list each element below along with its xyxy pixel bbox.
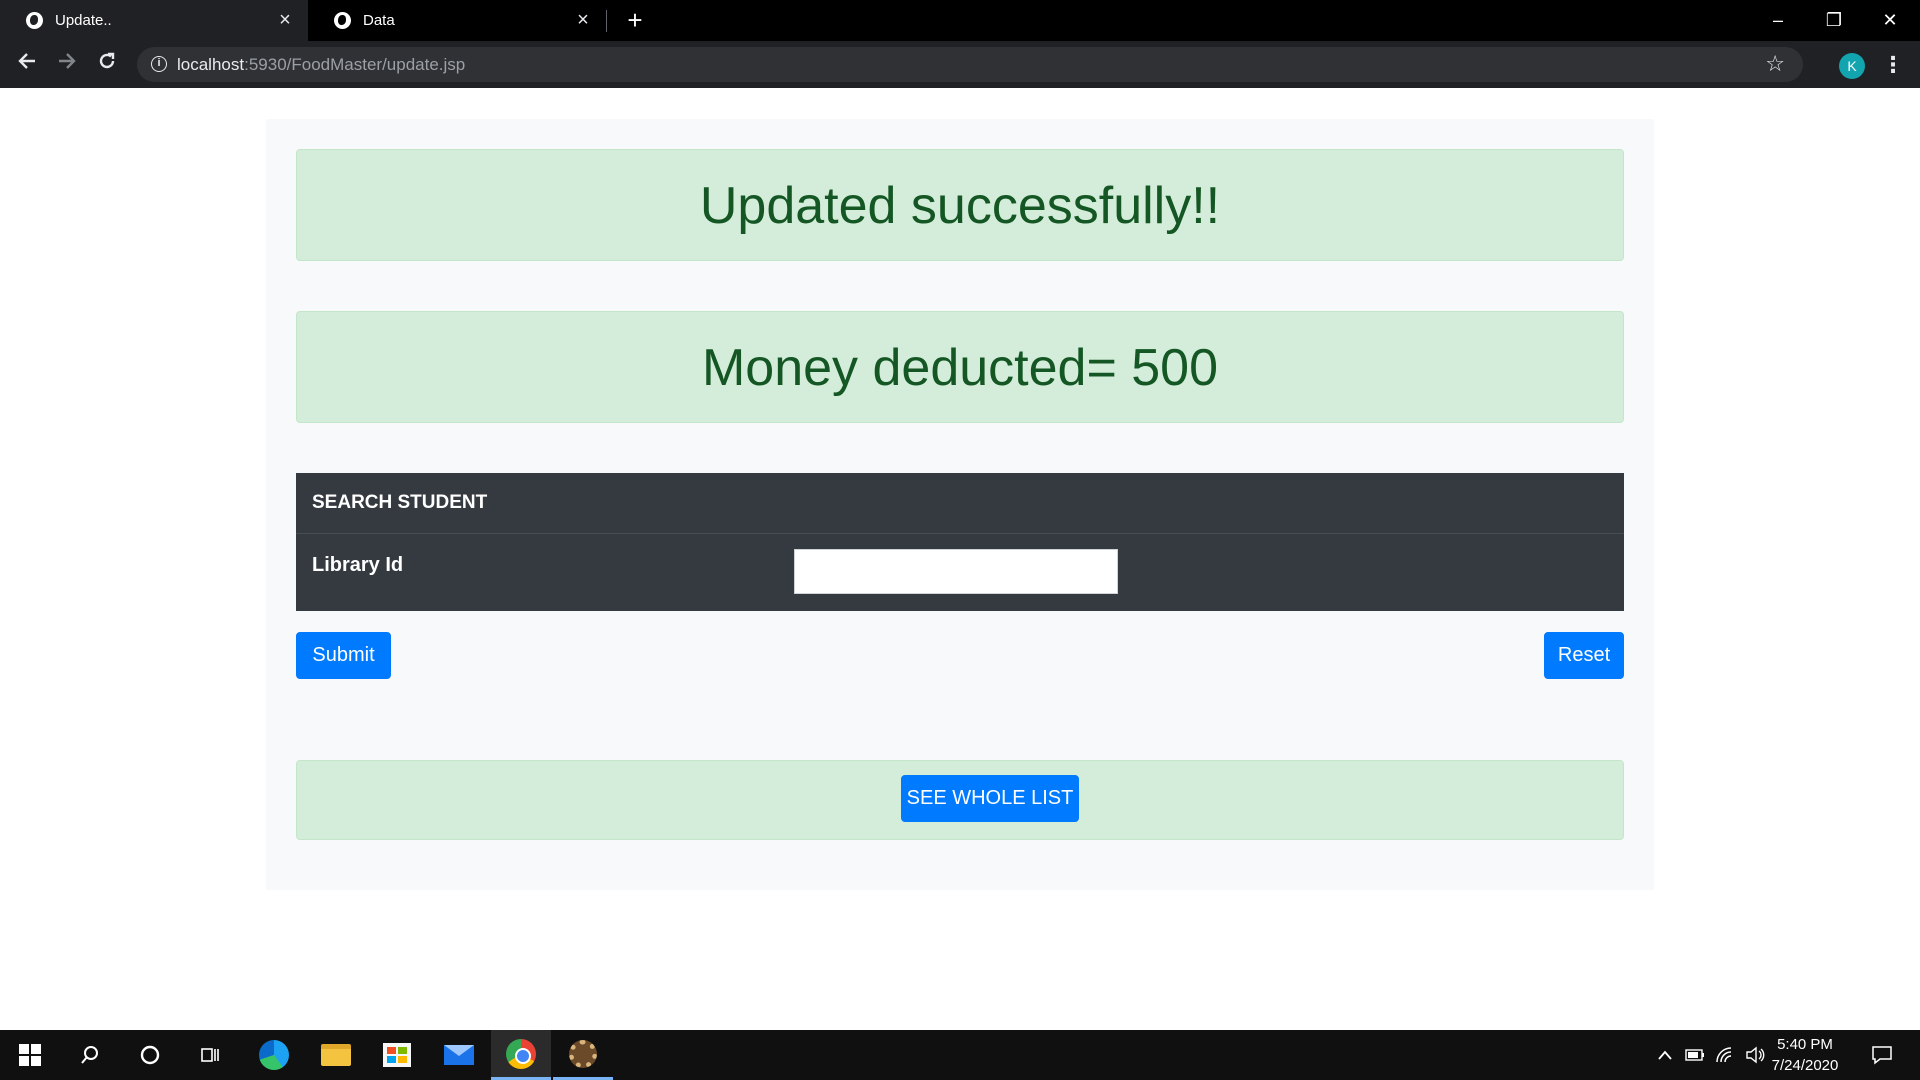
- search-button[interactable]: [60, 1030, 120, 1080]
- browser-toolbar: i localhost:5930/FoodMaster/update.jsp ☆…: [0, 41, 1920, 88]
- taskbar-store[interactable]: [367, 1030, 427, 1080]
- cortana-circle-icon: [140, 1045, 160, 1065]
- tab-close-icon[interactable]: ×: [274, 9, 296, 32]
- minimize-button[interactable]: –: [1750, 0, 1806, 41]
- library-id-row: Library Id: [296, 534, 1624, 611]
- mail-icon: [444, 1045, 474, 1065]
- main-container: Updated successfully!! Money deducted= 5…: [266, 119, 1654, 890]
- network-tray[interactable]: [1710, 1030, 1740, 1080]
- tab-update[interactable]: Update.. ×: [0, 0, 308, 41]
- taskbar-mail[interactable]: [429, 1030, 489, 1080]
- taskbar: 5:40 PM 7/24/2020: [0, 1030, 1920, 1080]
- deduction-message: Money deducted= 500: [701, 339, 1219, 397]
- reload-icon: [99, 52, 115, 69]
- show-hidden-icons-button[interactable]: [1650, 1030, 1680, 1080]
- notification-icon: [1872, 1046, 1892, 1065]
- search-icon: [81, 1046, 98, 1064]
- list-alert: SEE WHOLE LIST: [296, 760, 1624, 840]
- forward-button[interactable]: [52, 50, 82, 80]
- globe-icon: [334, 12, 351, 29]
- taskbar-edge[interactable]: [244, 1030, 304, 1080]
- chrome-icon: [506, 1038, 536, 1069]
- browser-tab-strip: Update.. × Data × + – ❐ ✕: [0, 0, 1920, 41]
- taskbar-file-explorer[interactable]: [306, 1030, 366, 1080]
- back-button[interactable]: [12, 50, 42, 80]
- tab-divider: [606, 10, 607, 32]
- tab-close-icon[interactable]: ×: [572, 9, 594, 32]
- close-window-button[interactable]: ✕: [1862, 0, 1918, 41]
- action-center-button[interactable]: [1862, 1030, 1902, 1080]
- search-student-table: SEARCH STUDENT Library Id: [296, 473, 1624, 611]
- profile-avatar[interactable]: K: [1839, 53, 1865, 79]
- clock-date: 7/24/2020: [1771, 1057, 1839, 1074]
- chevron-up-icon: [1658, 1050, 1672, 1060]
- tab-title: Update..: [55, 12, 112, 29]
- task-view-button[interactable]: [180, 1030, 240, 1080]
- taskbar-chrome[interactable]: [491, 1030, 551, 1080]
- deduction-alert: Money deducted= 500: [296, 311, 1624, 423]
- new-tab-button[interactable]: +: [620, 6, 650, 36]
- menu-kebab-icon[interactable]: ⋮: [1882, 51, 1904, 79]
- globe-icon: [26, 12, 43, 29]
- system-clock[interactable]: 5:40 PM 7/24/2020: [1760, 1034, 1850, 1076]
- edge-icon: [259, 1040, 289, 1070]
- see-whole-list-button[interactable]: SEE WHOLE LIST: [901, 775, 1079, 822]
- gear-icon: [569, 1039, 597, 1068]
- search-heading: SEARCH STUDENT: [296, 473, 1624, 534]
- submit-button[interactable]: Submit: [296, 632, 391, 679]
- task-view-icon: [201, 1048, 219, 1062]
- library-id-input[interactable]: [794, 549, 1118, 594]
- wifi-icon: [1716, 1047, 1732, 1063]
- library-id-label: Library Id: [312, 554, 404, 576]
- page-viewport: Updated successfully!! Money deducted= 5…: [0, 88, 1920, 1030]
- reload-button[interactable]: [92, 50, 122, 80]
- clock-time: 5:40 PM: [1777, 1036, 1833, 1053]
- taskbar-settings-app[interactable]: [553, 1030, 613, 1080]
- tab-title: Data: [363, 12, 395, 29]
- battery-icon: [1685, 1049, 1704, 1061]
- cortana-button[interactable]: [120, 1030, 180, 1080]
- info-icon[interactable]: i: [151, 56, 167, 72]
- success-alert: Updated successfully!!: [296, 149, 1624, 261]
- arrow-right-icon: [59, 53, 76, 69]
- tab-data[interactable]: Data ×: [308, 0, 606, 41]
- windows-logo-icon: [19, 1044, 41, 1066]
- reset-button[interactable]: Reset: [1544, 632, 1624, 679]
- restore-button[interactable]: ❐: [1806, 0, 1862, 41]
- battery-tray[interactable]: [1680, 1030, 1710, 1080]
- arrow-left-icon: [18, 53, 35, 69]
- bookmark-star-icon[interactable]: ☆: [1765, 51, 1785, 77]
- address-bar[interactable]: i localhost:5930/FoodMaster/update.jsp ☆: [137, 47, 1803, 82]
- success-message: Updated successfully!!: [699, 177, 1221, 235]
- folder-icon: [321, 1044, 351, 1066]
- store-icon: [383, 1043, 411, 1067]
- start-button[interactable]: [0, 1030, 60, 1080]
- url-text: localhost:5930/FoodMaster/update.jsp: [177, 55, 466, 74]
